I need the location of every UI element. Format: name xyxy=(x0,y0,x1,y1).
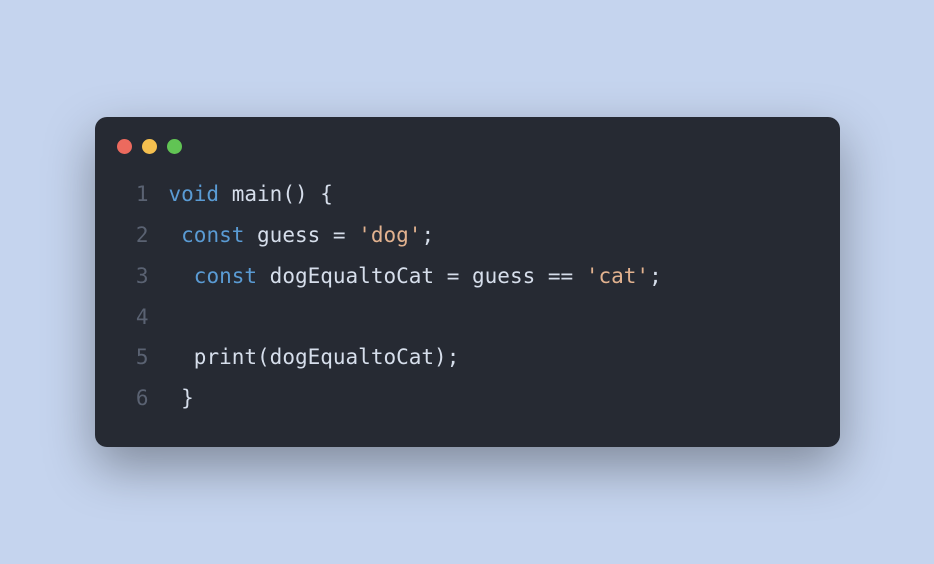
line-content: const guess = 'dog'; xyxy=(169,215,435,256)
code-line: 6 } xyxy=(117,378,818,419)
window-traffic-lights xyxy=(95,139,840,174)
code-line: 5 print(dogEqualtoCat); xyxy=(117,337,818,378)
token-space xyxy=(244,223,257,247)
token-space xyxy=(346,223,359,247)
token-ident: guess xyxy=(472,264,535,288)
line-number: 5 xyxy=(117,337,149,378)
token-punct: ); xyxy=(434,345,459,369)
token-punct: () { xyxy=(282,182,333,206)
token-keyword: const xyxy=(194,264,257,288)
token-space xyxy=(169,345,194,369)
token-operator: = xyxy=(447,264,460,288)
token-punct: ; xyxy=(421,223,434,247)
token-space xyxy=(434,264,447,288)
line-number: 2 xyxy=(117,215,149,256)
token-operator: = xyxy=(333,223,346,247)
token-punct: ; xyxy=(649,264,662,288)
code-line: 3 const dogEqualtoCat = guess == 'cat'; xyxy=(117,256,818,297)
code-line: 2 const guess = 'dog'; xyxy=(117,215,818,256)
line-number: 4 xyxy=(117,297,149,338)
maximize-icon[interactable] xyxy=(167,139,182,154)
token-funcname: print xyxy=(194,345,257,369)
token-ident: dogEqualtoCat xyxy=(270,345,434,369)
token-funcname: main xyxy=(232,182,283,206)
token-string: 'cat' xyxy=(586,264,649,288)
token-ident: dogEqualtoCat xyxy=(270,264,434,288)
token-punct: } xyxy=(181,386,194,410)
token-keyword: const xyxy=(181,223,244,247)
line-content xyxy=(169,297,182,338)
token-space xyxy=(169,264,194,288)
token-operator: == xyxy=(548,264,573,288)
token-keyword: void xyxy=(169,182,220,206)
token-space xyxy=(219,182,232,206)
line-number: 6 xyxy=(117,378,149,419)
minimize-icon[interactable] xyxy=(142,139,157,154)
token-ident: guess xyxy=(257,223,320,247)
line-content: void main() { xyxy=(169,174,333,215)
line-number: 1 xyxy=(117,174,149,215)
token-space xyxy=(169,386,182,410)
line-number: 3 xyxy=(117,256,149,297)
token-string: 'dog' xyxy=(358,223,421,247)
close-icon[interactable] xyxy=(117,139,132,154)
token-punct: ( xyxy=(257,345,270,369)
token-space xyxy=(320,223,333,247)
token-space xyxy=(573,264,586,288)
code-window: 1void main() {2 const guess = 'dog';3 co… xyxy=(95,117,840,448)
code-line: 1 void main() { xyxy=(117,174,818,215)
token-space xyxy=(169,223,182,247)
line-content: print(dogEqualtoCat); xyxy=(169,337,460,378)
line-content: } xyxy=(169,378,194,419)
token-space xyxy=(257,264,270,288)
token-space xyxy=(459,264,472,288)
code-area: 1void main() {2 const guess = 'dog';3 co… xyxy=(95,174,840,420)
code-line: 4 xyxy=(117,297,818,338)
line-content: const dogEqualtoCat = guess == 'cat'; xyxy=(169,256,662,297)
token-space xyxy=(535,264,548,288)
